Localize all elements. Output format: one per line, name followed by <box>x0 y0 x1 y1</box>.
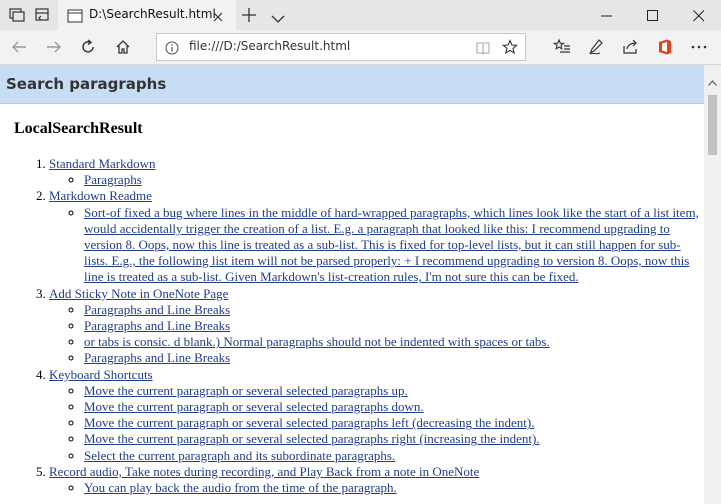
paragraph-link[interactable]: Move the current paragraph or several se… <box>84 415 534 430</box>
result-item: Record audio, Take notes during recordin… <box>49 464 700 496</box>
paragraph-item: Move the current paragraph or several se… <box>84 399 700 415</box>
page-heading: LocalSearchResult <box>14 120 143 137</box>
search-banner: Search paragraphs <box>0 65 704 104</box>
paragraph-link[interactable]: Paragraphs <box>84 172 142 187</box>
set-aside-tabs-icon[interactable] <box>8 6 26 24</box>
paragraph-list: Paragraphs and Line Breaks Paragraphs an… <box>49 302 700 367</box>
paragraph-item: Paragraphs and Line Breaks <box>84 350 700 366</box>
close-tab-icon[interactable] <box>212 8 224 27</box>
paragraph-item: Move the current paragraph or several se… <box>84 383 700 399</box>
scrollbar-thumb[interactable] <box>708 95 717 155</box>
paragraph-list: Paragraphs <box>49 172 700 188</box>
forward-arrow-icon[interactable] <box>45 38 63 56</box>
office-icon[interactable] <box>656 38 674 56</box>
paragraph-item: Sort-of fixed a bug where lines in the m… <box>84 205 700 286</box>
favorite-star-icon[interactable] <box>501 39 519 59</box>
tab-strip: D:\SearchResult.html <box>0 0 721 30</box>
paragraph-link[interactable]: Paragraphs and Line Breaks <box>84 302 230 317</box>
vertical-scrollbar[interactable] <box>704 65 721 504</box>
maximize-icon <box>647 10 658 21</box>
minimize-button[interactable] <box>584 0 630 30</box>
paragraph-item: Paragraphs <box>84 172 700 188</box>
banner-title: Search paragraphs <box>6 75 167 93</box>
paragraph-link[interactable]: Sort-of fixed a bug where lines in the m… <box>84 205 699 285</box>
results-list: Standard Markdown Paragraphs Markdown Re… <box>0 156 700 496</box>
page-viewport: Search paragraphs LocalSearchResult Stan… <box>0 65 704 504</box>
address-bar[interactable]: file:///D:/SearchResult.html <box>156 33 526 61</box>
reading-view-icon[interactable] <box>475 40 491 59</box>
paragraph-list: You can play back the audio from the tim… <box>49 480 700 496</box>
result-item: Add Sticky Note in OneNote Page Paragrap… <box>49 286 700 367</box>
paragraph-item: or tabs is consic. d blank.) Normal para… <box>84 334 700 350</box>
more-options-icon[interactable] <box>690 38 708 56</box>
page-icon <box>67 8 83 27</box>
paragraph-item: Select the current paragraph and its sub… <box>84 448 700 464</box>
paragraph-list: Sort-of fixed a bug where lines in the m… <box>49 205 700 286</box>
paragraph-link[interactable]: Move the current paragraph or several se… <box>84 431 540 446</box>
result-link[interactable]: Standard Markdown <box>49 156 156 171</box>
new-tab-icon[interactable] <box>241 7 257 27</box>
paragraph-link[interactable]: Paragraphs and Line Breaks <box>84 350 230 365</box>
chevron-down-icon[interactable] <box>271 9 285 28</box>
paragraph-item: Move the current paragraph or several se… <box>84 415 700 431</box>
pen-notes-icon[interactable] <box>587 38 605 56</box>
paragraph-link[interactable]: Paragraphs and Line Breaks <box>84 318 230 333</box>
result-link[interactable]: Keyboard Shortcuts <box>49 367 153 382</box>
scroll-up-arrow-icon[interactable] <box>708 71 717 90</box>
result-item: Standard Markdown Paragraphs <box>49 156 700 188</box>
navigation-bar: file:///D:/SearchResult.html <box>0 30 721 65</box>
tab-searchresult[interactable]: D:\SearchResult.html <box>58 0 236 30</box>
back-arrow-icon[interactable] <box>10 38 28 56</box>
paragraph-link[interactable]: Move the current paragraph or several se… <box>84 383 408 398</box>
paragraph-item: You can play back the audio from the tim… <box>84 480 700 496</box>
paragraph-item: Paragraphs and Line Breaks <box>84 318 700 334</box>
paragraph-link[interactable]: You can play back the audio from the tim… <box>84 480 397 495</box>
home-icon[interactable] <box>114 38 132 56</box>
result-item: Markdown Readme Sort-of fixed a bug wher… <box>49 188 700 285</box>
result-item: Keyboard Shortcuts Move the current para… <box>49 367 700 464</box>
share-icon[interactable] <box>621 38 639 56</box>
refresh-icon[interactable] <box>79 38 97 56</box>
result-link[interactable]: Record audio, Take notes during recordin… <box>49 464 479 479</box>
tabs-aside-icon[interactable] <box>33 6 51 24</box>
close-icon <box>693 10 705 22</box>
result-link[interactable]: Add Sticky Note in OneNote Page <box>49 286 228 301</box>
paragraph-item: Move the current paragraph or several se… <box>84 431 700 447</box>
paragraph-list: Move the current paragraph or several se… <box>49 383 700 464</box>
maximize-button[interactable] <box>630 0 676 30</box>
paragraph-link[interactable]: Select the current paragraph and its sub… <box>84 448 395 463</box>
close-window-button[interactable] <box>676 0 721 30</box>
paragraph-link[interactable]: Move the current paragraph or several se… <box>84 399 424 414</box>
favorites-hub-icon[interactable] <box>552 38 571 56</box>
result-link[interactable]: Markdown Readme <box>49 188 152 203</box>
minimize-icon <box>601 15 612 17</box>
paragraph-link[interactable]: or tabs is consic. d blank.) Normal para… <box>84 334 550 349</box>
paragraph-item: Paragraphs and Line Breaks <box>84 302 700 318</box>
info-icon[interactable] <box>165 40 179 59</box>
url-text: file:///D:/SearchResult.html <box>189 39 351 53</box>
tab-title: D:\SearchResult.html <box>89 7 216 21</box>
